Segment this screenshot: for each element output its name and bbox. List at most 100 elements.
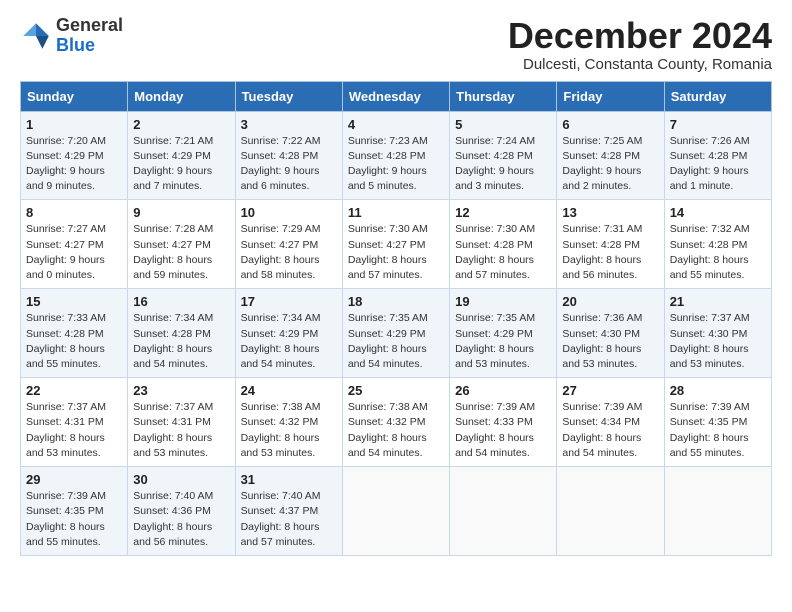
day-info: Sunrise: 7:40 AMSunset: 4:37 PMDaylight:… bbox=[241, 489, 337, 550]
day-info: Sunrise: 7:33 AMSunset: 4:28 PMDaylight:… bbox=[26, 311, 122, 372]
day-cell: 15 Sunrise: 7:33 AMSunset: 4:28 PMDayligh… bbox=[21, 289, 128, 378]
day-info: Sunrise: 7:32 AMSunset: 4:28 PMDaylight:… bbox=[670, 222, 766, 283]
weekday-header-thursday: Thursday bbox=[450, 81, 557, 111]
calendar-table: SundayMondayTuesdayWednesdayThursdayFrid… bbox=[20, 81, 772, 556]
day-info: Sunrise: 7:35 AMSunset: 4:29 PMDaylight:… bbox=[348, 311, 444, 372]
weekday-header-sunday: Sunday bbox=[21, 81, 128, 111]
day-number: 13 bbox=[562, 205, 658, 220]
month-title: December 2024 bbox=[508, 16, 772, 56]
day-info: Sunrise: 7:24 AMSunset: 4:28 PMDaylight:… bbox=[455, 134, 551, 195]
day-cell: 17 Sunrise: 7:34 AMSunset: 4:29 PMDayligh… bbox=[235, 289, 342, 378]
day-number: 17 bbox=[241, 294, 337, 309]
day-info: Sunrise: 7:39 AMSunset: 4:35 PMDaylight:… bbox=[670, 400, 766, 461]
day-info: Sunrise: 7:29 AMSunset: 4:27 PMDaylight:… bbox=[241, 222, 337, 283]
day-number: 18 bbox=[348, 294, 444, 309]
weekday-header-friday: Friday bbox=[557, 81, 664, 111]
day-info: Sunrise: 7:20 AMSunset: 4:29 PMDaylight:… bbox=[26, 134, 122, 195]
day-info: Sunrise: 7:25 AMSunset: 4:28 PMDaylight:… bbox=[562, 134, 658, 195]
day-info: Sunrise: 7:37 AMSunset: 4:31 PMDaylight:… bbox=[133, 400, 229, 461]
day-number: 23 bbox=[133, 383, 229, 398]
day-number: 14 bbox=[670, 205, 766, 220]
day-cell: 26 Sunrise: 7:39 AMSunset: 4:33 PMDayligh… bbox=[450, 378, 557, 467]
day-info: Sunrise: 7:37 AMSunset: 4:31 PMDaylight:… bbox=[26, 400, 122, 461]
day-info: Sunrise: 7:28 AMSunset: 4:27 PMDaylight:… bbox=[133, 222, 229, 283]
weekday-header-row: SundayMondayTuesdayWednesdayThursdayFrid… bbox=[21, 81, 772, 111]
day-cell: 29 Sunrise: 7:39 AMSunset: 4:35 PMDayligh… bbox=[21, 467, 128, 556]
day-number: 12 bbox=[455, 205, 551, 220]
weekday-header-tuesday: Tuesday bbox=[235, 81, 342, 111]
day-info: Sunrise: 7:23 AMSunset: 4:28 PMDaylight:… bbox=[348, 134, 444, 195]
day-cell: 16 Sunrise: 7:34 AMSunset: 4:28 PMDayligh… bbox=[128, 289, 235, 378]
day-cell: 11 Sunrise: 7:30 AMSunset: 4:27 PMDayligh… bbox=[342, 200, 449, 289]
day-cell: 23 Sunrise: 7:37 AMSunset: 4:31 PMDayligh… bbox=[128, 378, 235, 467]
day-number: 31 bbox=[241, 472, 337, 487]
day-cell: 20 Sunrise: 7:36 AMSunset: 4:30 PMDayligh… bbox=[557, 289, 664, 378]
day-cell: 22Sunrise: 7:37 AMSunset: 4:31 PMDayligh… bbox=[21, 378, 128, 467]
day-number: 20 bbox=[562, 294, 658, 309]
day-cell: 25 Sunrise: 7:38 AMSunset: 4:32 PMDayligh… bbox=[342, 378, 449, 467]
day-number: 11 bbox=[348, 205, 444, 220]
day-info: Sunrise: 7:34 AMSunset: 4:29 PMDaylight:… bbox=[241, 311, 337, 372]
day-info: Sunrise: 7:21 AMSunset: 4:29 PMDaylight:… bbox=[133, 134, 229, 195]
day-number: 26 bbox=[455, 383, 551, 398]
day-number: 25 bbox=[348, 383, 444, 398]
weekday-header-saturday: Saturday bbox=[664, 81, 771, 111]
day-cell: 6 Sunrise: 7:25 AMSunset: 4:28 PMDaylight… bbox=[557, 111, 664, 200]
day-cell: 3Sunrise: 7:22 AMSunset: 4:28 PMDaylight… bbox=[235, 111, 342, 200]
day-info: Sunrise: 7:31 AMSunset: 4:28 PMDaylight:… bbox=[562, 222, 658, 283]
day-number: 28 bbox=[670, 383, 766, 398]
day-cell: 7 Sunrise: 7:26 AMSunset: 4:28 PMDaylight… bbox=[664, 111, 771, 200]
logo-text: General Blue bbox=[56, 16, 123, 56]
day-cell: 2 Sunrise: 7:21 AMSunset: 4:29 PMDaylight… bbox=[128, 111, 235, 200]
day-info: Sunrise: 7:38 AMSunset: 4:32 PMDaylight:… bbox=[241, 400, 337, 461]
week-row-1: 1Sunrise: 7:20 AMSunset: 4:29 PMDaylight… bbox=[21, 111, 772, 200]
day-number: 2 bbox=[133, 117, 229, 132]
day-info: Sunrise: 7:30 AMSunset: 4:28 PMDaylight:… bbox=[455, 222, 551, 283]
day-cell: 19Sunrise: 7:35 AMSunset: 4:29 PMDayligh… bbox=[450, 289, 557, 378]
day-cell: 4Sunrise: 7:23 AMSunset: 4:28 PMDaylight… bbox=[342, 111, 449, 200]
header: General Blue December 2024 Dulcesti, Con… bbox=[20, 16, 772, 73]
day-number: 24 bbox=[241, 383, 337, 398]
day-number: 29 bbox=[26, 472, 122, 487]
day-cell bbox=[450, 467, 557, 556]
day-info: Sunrise: 7:27 AMSunset: 4:27 PMDaylight:… bbox=[26, 222, 122, 283]
day-cell: 28 Sunrise: 7:39 AMSunset: 4:35 PMDayligh… bbox=[664, 378, 771, 467]
day-info: Sunrise: 7:40 AMSunset: 4:36 PMDaylight:… bbox=[133, 489, 229, 550]
day-info: Sunrise: 7:37 AMSunset: 4:30 PMDaylight:… bbox=[670, 311, 766, 372]
title-area: December 2024 Dulcesti, Constanta County… bbox=[508, 16, 772, 73]
week-row-4: 22Sunrise: 7:37 AMSunset: 4:31 PMDayligh… bbox=[21, 378, 772, 467]
day-cell bbox=[557, 467, 664, 556]
week-row-2: 8 Sunrise: 7:27 AMSunset: 4:27 PMDaylight… bbox=[21, 200, 772, 289]
day-cell: 5 Sunrise: 7:24 AMSunset: 4:28 PMDaylight… bbox=[450, 111, 557, 200]
day-info: Sunrise: 7:39 AMSunset: 4:33 PMDaylight:… bbox=[455, 400, 551, 461]
day-number: 10 bbox=[241, 205, 337, 220]
day-info: Sunrise: 7:36 AMSunset: 4:30 PMDaylight:… bbox=[562, 311, 658, 372]
day-cell: 31 Sunrise: 7:40 AMSunset: 4:37 PMDayligh… bbox=[235, 467, 342, 556]
day-cell bbox=[664, 467, 771, 556]
day-cell: 8 Sunrise: 7:27 AMSunset: 4:27 PMDaylight… bbox=[21, 200, 128, 289]
day-cell: 14 Sunrise: 7:32 AMSunset: 4:28 PMDayligh… bbox=[664, 200, 771, 289]
day-cell: 30Sunrise: 7:40 AMSunset: 4:36 PMDayligh… bbox=[128, 467, 235, 556]
day-number: 27 bbox=[562, 383, 658, 398]
day-number: 15 bbox=[26, 294, 122, 309]
day-info: Sunrise: 7:30 AMSunset: 4:27 PMDaylight:… bbox=[348, 222, 444, 283]
day-cell: 24 Sunrise: 7:38 AMSunset: 4:32 PMDayligh… bbox=[235, 378, 342, 467]
day-number: 7 bbox=[670, 117, 766, 132]
day-number: 8 bbox=[26, 205, 122, 220]
day-info: Sunrise: 7:39 AMSunset: 4:35 PMDaylight:… bbox=[26, 489, 122, 550]
day-number: 19 bbox=[455, 294, 551, 309]
day-info: Sunrise: 7:22 AMSunset: 4:28 PMDaylight:… bbox=[241, 134, 337, 195]
day-number: 16 bbox=[133, 294, 229, 309]
day-cell: 1Sunrise: 7:20 AMSunset: 4:29 PMDaylight… bbox=[21, 111, 128, 200]
logo-icon bbox=[20, 20, 52, 52]
logo: General Blue bbox=[20, 16, 123, 56]
day-info: Sunrise: 7:26 AMSunset: 4:28 PMDaylight:… bbox=[670, 134, 766, 195]
day-cell: 21Sunrise: 7:37 AMSunset: 4:30 PMDayligh… bbox=[664, 289, 771, 378]
day-cell: 9Sunrise: 7:28 AMSunset: 4:27 PMDaylight… bbox=[128, 200, 235, 289]
day-cell: 18 Sunrise: 7:35 AMSunset: 4:29 PMDayligh… bbox=[342, 289, 449, 378]
day-info: Sunrise: 7:38 AMSunset: 4:32 PMDaylight:… bbox=[348, 400, 444, 461]
day-number: 5 bbox=[455, 117, 551, 132]
day-info: Sunrise: 7:34 AMSunset: 4:28 PMDaylight:… bbox=[133, 311, 229, 372]
day-number: 6 bbox=[562, 117, 658, 132]
day-cell: 12 Sunrise: 7:30 AMSunset: 4:28 PMDayligh… bbox=[450, 200, 557, 289]
